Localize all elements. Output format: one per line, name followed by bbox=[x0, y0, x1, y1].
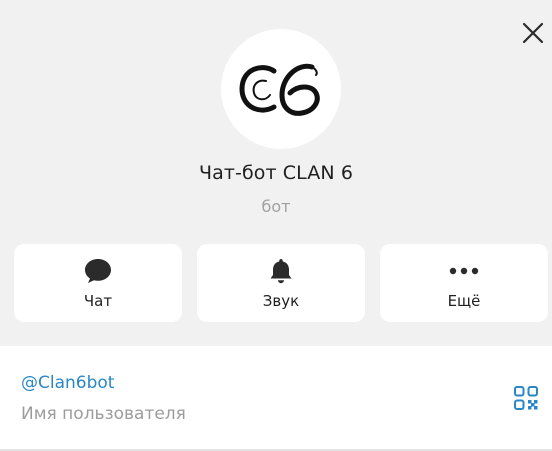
profile-name: Чат-бот CLAN 6 bbox=[198, 162, 354, 184]
username-caption: Имя пользователя bbox=[21, 404, 186, 424]
chat-bubble-icon bbox=[85, 259, 111, 283]
profile-subtitle: бот bbox=[261, 197, 291, 216]
chat-button-label: Чат bbox=[83, 292, 113, 310]
sound-button[interactable]: Звук bbox=[197, 244, 365, 322]
more-button-label: Ещё bbox=[447, 292, 481, 310]
info-section: @Clan6bot Имя пользователя bbox=[0, 346, 552, 449]
sound-button-label: Звук bbox=[262, 292, 300, 310]
avatar[interactable] bbox=[221, 29, 341, 149]
qr-code-icon bbox=[514, 386, 538, 410]
bell-icon bbox=[270, 259, 292, 284]
qr-code-button[interactable] bbox=[513, 385, 539, 411]
chat-button[interactable]: Чат bbox=[14, 244, 182, 322]
more-dots-icon bbox=[449, 267, 479, 275]
more-button[interactable]: Ещё bbox=[380, 244, 548, 322]
clan6-logo bbox=[239, 63, 320, 116]
username-link[interactable]: @Clan6bot bbox=[21, 373, 114, 393]
close-button[interactable] bbox=[518, 18, 548, 48]
close-icon bbox=[522, 22, 544, 44]
